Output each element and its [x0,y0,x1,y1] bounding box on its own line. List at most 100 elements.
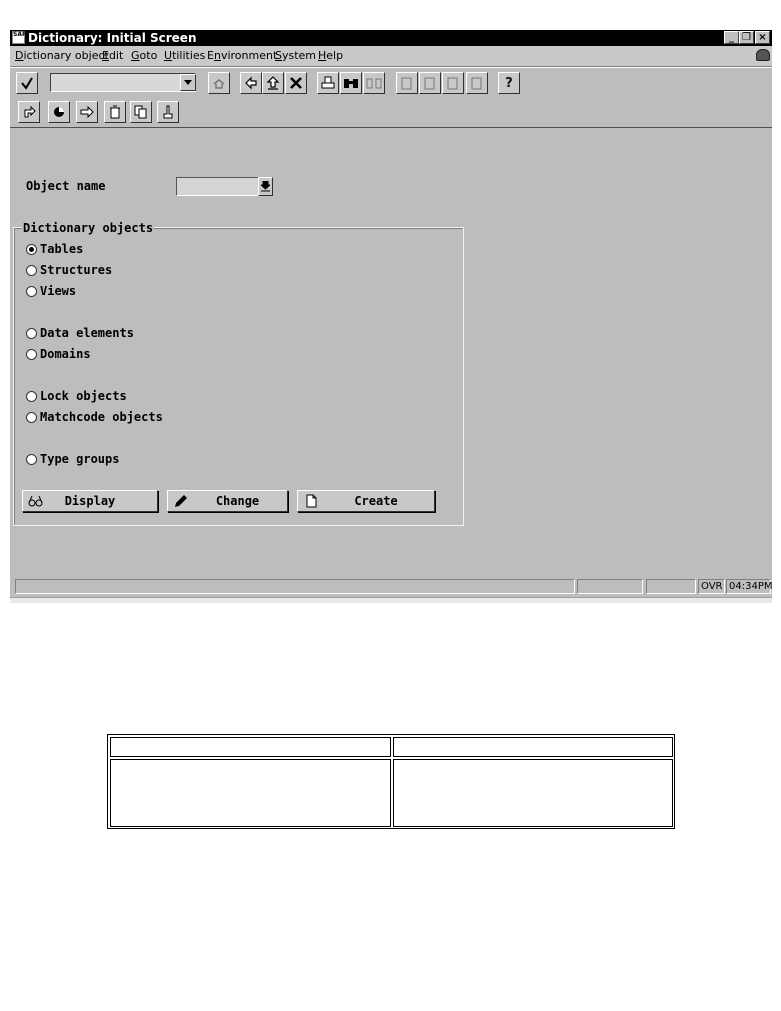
radio-label: Type groups [40,452,120,466]
sap-session-icon[interactable] [756,49,770,61]
radio-unselected-icon [26,327,37,339]
back-icon[interactable] [240,72,262,94]
window-title: Dictionary: Initial Screen [28,31,197,45]
exit-icon[interactable] [262,72,284,94]
radio-unselected-icon [26,453,37,465]
object-name-label: Object name [26,179,106,193]
radio-unselected-icon [26,264,37,276]
menu-utilities[interactable]: Utilities [164,49,205,63]
table-cell [110,759,391,827]
change-button-label: Change [215,494,260,508]
save-icon[interactable] [208,72,230,94]
radio-unselected-icon [26,411,37,423]
create-button-label: Create [354,494,398,508]
menu-bar: Dictionary object Edit Goto Utilities En… [10,46,772,67]
menu-goto[interactable]: Goto [131,49,157,63]
radio-lock-objects[interactable]: Lock objects [26,388,127,404]
object-name-search-help-button[interactable] [258,177,273,196]
copy-icon[interactable] [130,101,152,123]
radio-label: Domains [40,347,91,361]
status-message-field [15,579,575,594]
help-icon[interactable]: ? [498,72,520,94]
radio-label: Views [40,284,77,298]
command-field-dropdown[interactable] [180,74,196,91]
restore-button[interactable]: ❐ [739,31,754,44]
menu-mnemonic: E [102,49,109,62]
status-system-field [577,579,643,594]
radio-type-groups[interactable]: Type groups [26,451,119,467]
window-bottom-edge [10,597,772,602]
radio-views[interactable]: Views [26,283,76,299]
sap-app-icon[interactable]: SAP [12,31,27,44]
find-next-icon[interactable] [363,72,385,94]
table-header-cell [393,737,673,757]
radio-label: Data elements [40,326,134,340]
print-icon[interactable] [317,72,339,94]
restore-icon: ❐ [742,32,751,43]
other-object-icon[interactable] [18,101,40,123]
status-bar: OVR 04:34PM [10,578,772,596]
activate-icon[interactable] [76,101,98,123]
radio-matchcode-objects[interactable]: Matchcode objects [26,409,163,425]
dictionary-objects-title: Dictionary objects [22,221,155,235]
radio-unselected-icon [26,390,37,402]
find-icon[interactable] [340,72,362,94]
application-toolbar [10,99,772,128]
enter-check-icon[interactable] [16,72,38,94]
command-field[interactable] [50,73,196,92]
object-name-input[interactable] [176,177,259,196]
menu-system[interactable]: System [275,49,316,63]
radio-label: Lock objects [40,389,127,403]
menu-mnemonic: S [275,49,282,62]
menu-edit[interactable]: Edit [102,49,123,63]
status-mode: OVR [698,579,725,594]
chevron-down-icon [184,80,192,85]
app-icon-text: SAP [13,31,27,38]
radio-data-elements[interactable]: Data elements [26,325,134,341]
menu-environment[interactable]: Environment [207,49,277,63]
table-cell [393,759,673,827]
menu-mnemonic: H [318,49,327,62]
cancel-icon[interactable] [285,72,307,94]
close-icon: × [758,32,767,43]
empty-table [107,734,675,829]
delete-icon[interactable] [104,101,126,123]
change-button[interactable]: Change [167,490,288,512]
radio-label: Structures [40,263,113,277]
last-page-icon[interactable] [466,72,488,94]
sap-window: SAP Dictionary: Initial Screen _ ❐ × Dic… [10,30,772,603]
new-document-icon [306,494,317,508]
radio-structures[interactable]: Structures [26,262,112,278]
status-server-field [646,579,696,594]
next-page-icon[interactable] [442,72,464,94]
radio-unselected-icon [26,285,37,297]
previous-page-icon[interactable] [419,72,441,94]
menu-mnemonic: D [15,49,24,62]
create-button[interactable]: Create [297,490,435,512]
radio-unselected-icon [26,348,37,360]
table-header-cell [110,737,391,757]
display-button[interactable]: Display [22,490,158,512]
first-page-icon[interactable] [396,72,418,94]
radio-selected-icon [26,243,37,255]
display-button-label: Display [64,494,116,508]
close-button[interactable]: × [755,31,770,44]
status-time: 04:34PM [726,579,772,594]
minimize-icon: _ [729,32,734,43]
minimize-button[interactable]: _ [724,31,739,44]
arrow-down-icon [261,181,270,192]
radio-domains[interactable]: Domains [26,346,91,362]
where-used-icon[interactable] [157,101,179,123]
standard-toolbar: ? [10,67,772,100]
menu-dictionary-object[interactable]: Dictionary object [15,49,109,63]
menu-mnemonic: G [131,49,140,62]
pencil-icon [175,495,187,507]
menu-help[interactable]: Help [318,49,343,63]
radio-tables[interactable]: Tables [26,241,83,257]
menu-mnemonic: U [164,49,173,62]
radio-label: Matchcode objects [40,410,163,424]
check-icon[interactable] [48,101,70,123]
menu-mnemonic: n [213,49,221,62]
radio-label: Tables [40,242,84,256]
title-bar: SAP Dictionary: Initial Screen _ ❐ × [10,30,772,46]
